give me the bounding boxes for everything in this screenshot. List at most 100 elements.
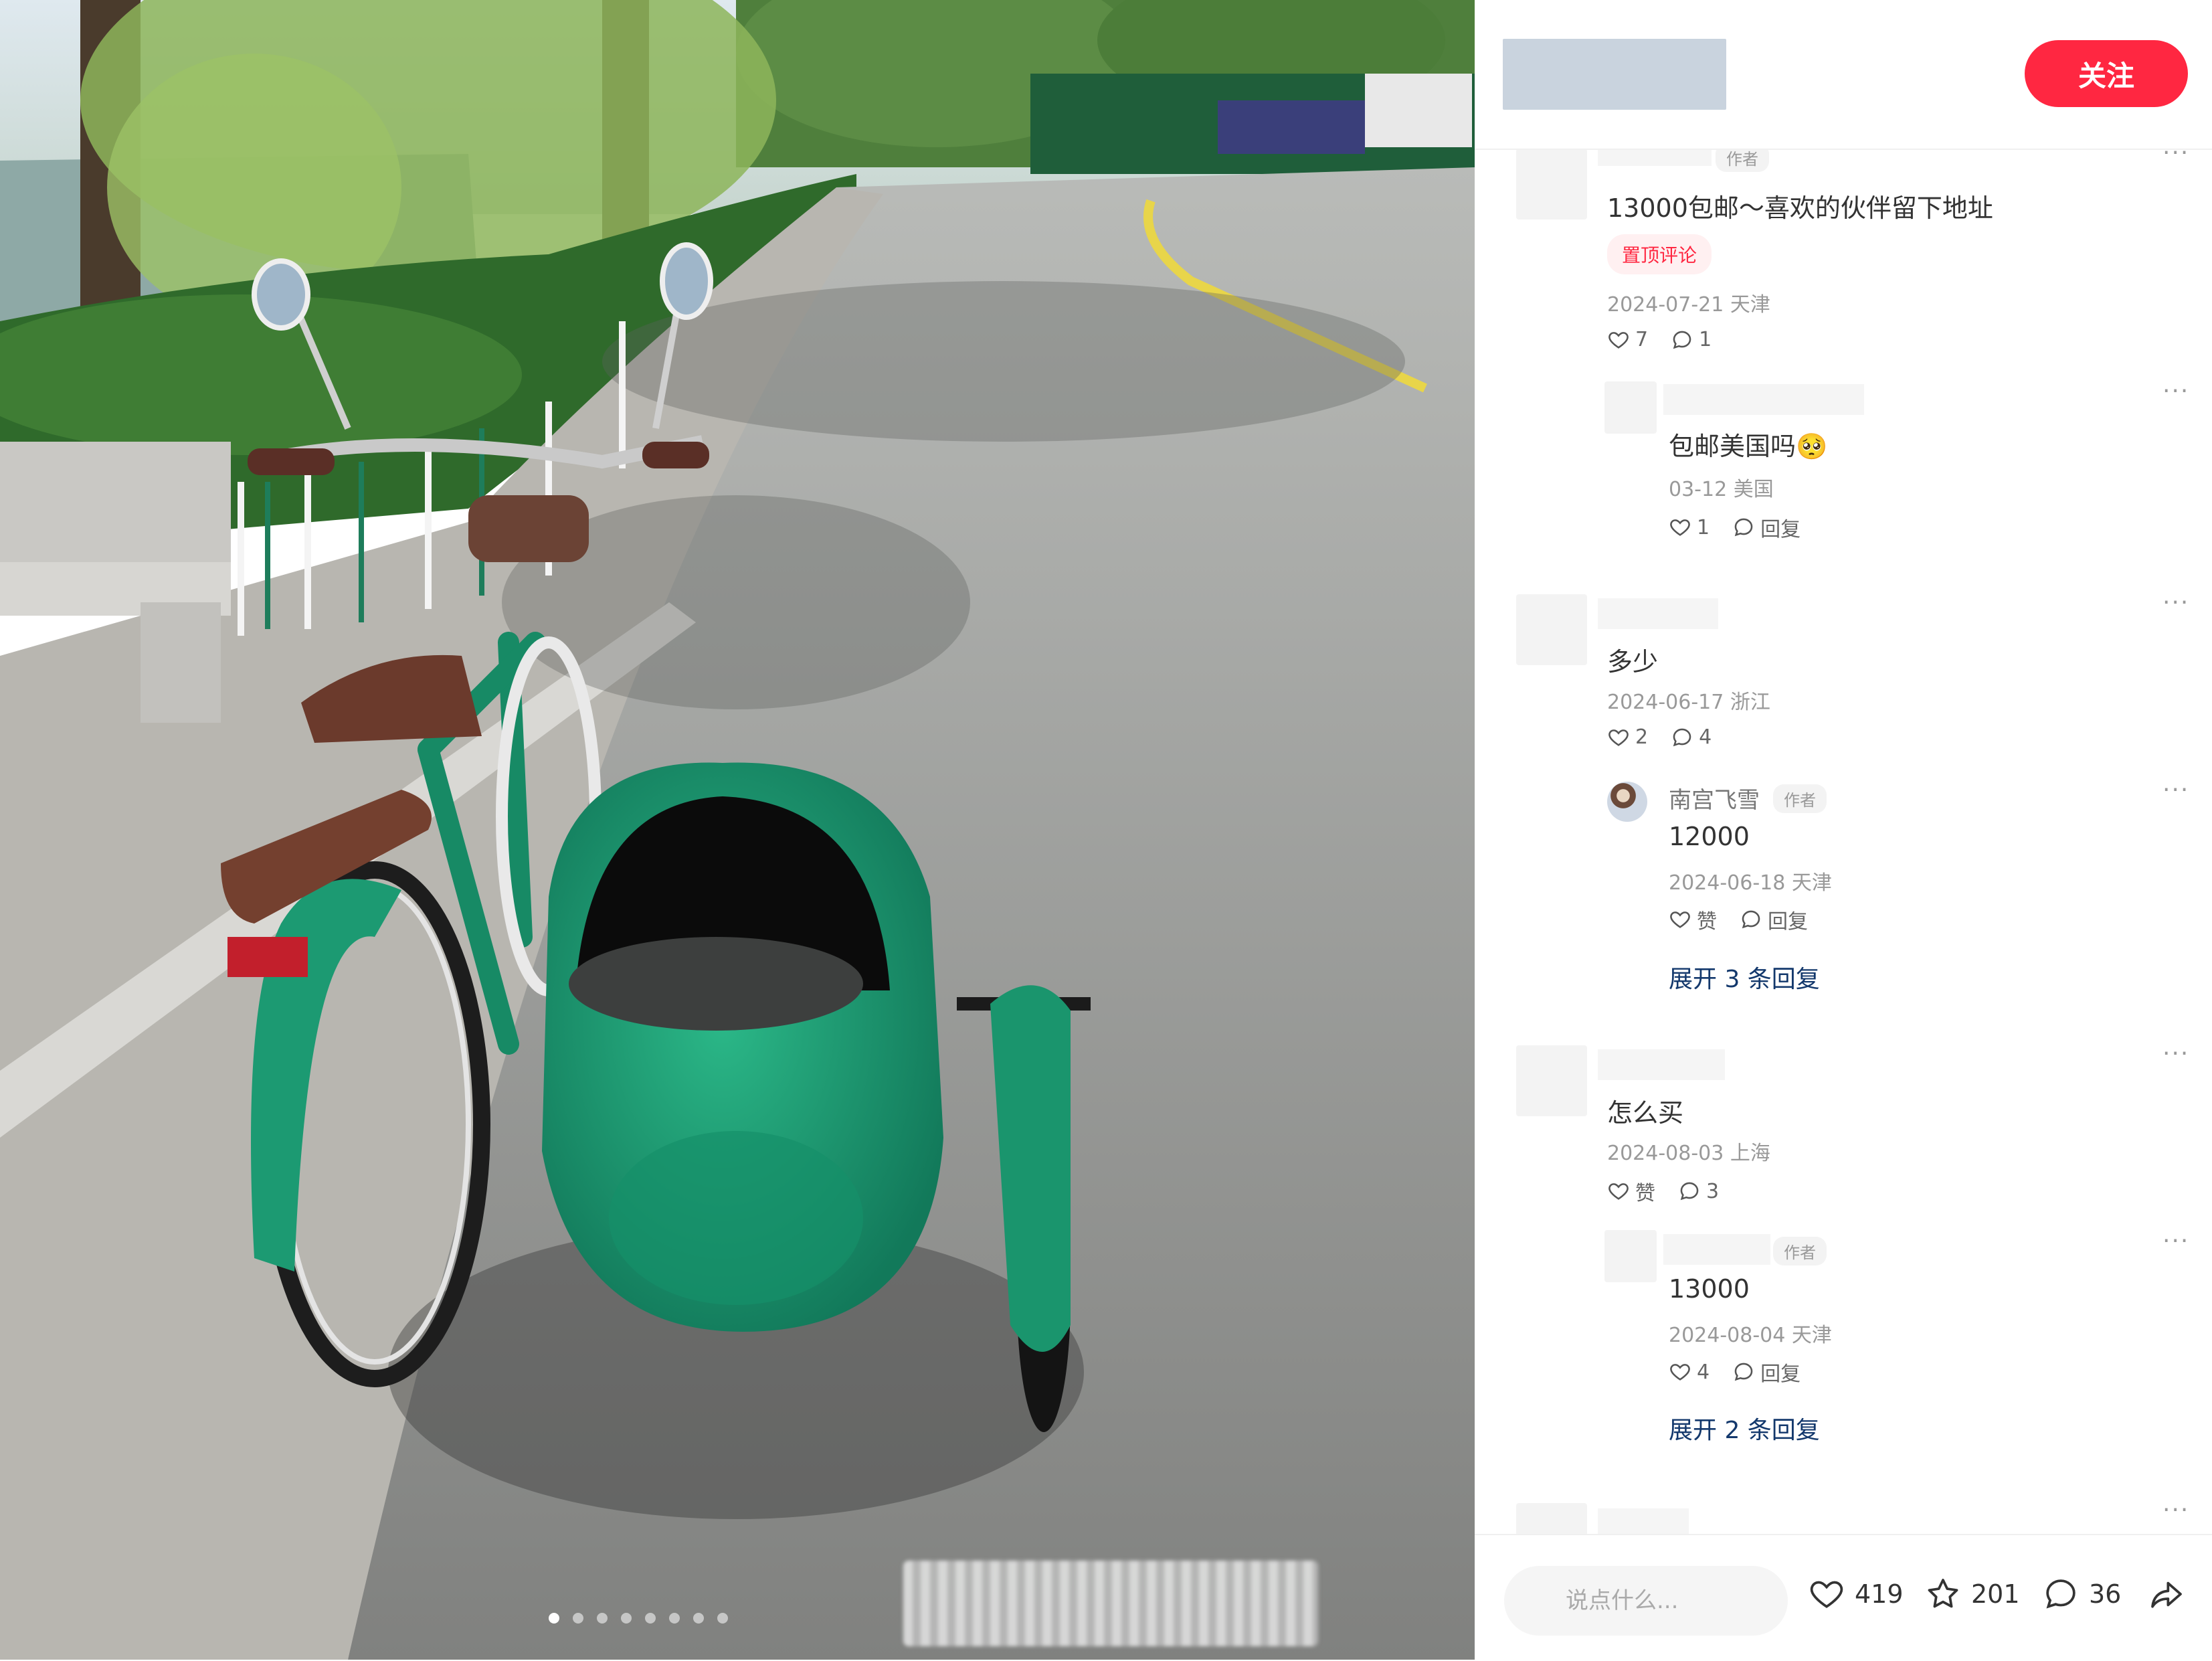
star-icon (1928, 1579, 1958, 1608)
reply-label: 回复 (1768, 910, 1808, 934)
reply-label: 回复 (1760, 518, 1801, 541)
comment-count: 36 (2089, 1579, 2122, 1609)
reply-date-location: 2024-08-04 天津 (1669, 1324, 1832, 1347)
comment-bubble-icon (1742, 910, 1760, 929)
comment-input[interactable] (1504, 1566, 1788, 1636)
comment-bubble-icon (1680, 1182, 1699, 1201)
more-options-icon[interactable]: ··· (2162, 377, 2189, 405)
comment-list[interactable]: 作者 ··· 13000包邮～喜欢的伙伴留下地址 置顶评论 2024-07-21… (1475, 149, 2212, 1534)
expand-replies-link[interactable]: 展开 2 条回复 (1669, 1411, 1820, 1446)
comment-date-location: 2024-08-03 上海 (1607, 1142, 1770, 1165)
author-info-redacted[interactable] (1503, 39, 1726, 110)
reply-action[interactable]: 回复 (1740, 905, 1808, 934)
carousel-dot[interactable] (621, 1613, 632, 1624)
share-button[interactable] (2148, 1575, 2185, 1613)
comment-bubble-icon (1734, 1363, 1753, 1381)
username-redacted[interactable] (1598, 598, 1718, 629)
comment-bubble-icon (1673, 331, 1691, 349)
reply-label: 回复 (1760, 1363, 1801, 1386)
more-options-icon[interactable]: ··· (2162, 149, 2189, 167)
avatar[interactable] (1604, 1230, 1657, 1282)
reply-date-location: 2024-06-18 天津 (1669, 871, 1832, 895)
interaction-bar: 419 201 36 (1475, 1534, 2212, 1661)
reply-action[interactable]: 3 (1678, 1180, 1719, 1203)
like-action[interactable]: 赞 (1669, 905, 1717, 934)
author-badge: 作者 (1716, 149, 1769, 172)
avatar[interactable] (1607, 782, 1647, 822)
reply-text: 13000 (1669, 1274, 1750, 1304)
like-label: 赞 (1697, 910, 1717, 934)
reply-date-location: 03-12 美国 (1669, 478, 1774, 501)
blurred-caption (903, 1561, 1318, 1646)
more-options-icon[interactable]: ··· (2162, 1040, 2189, 1067)
avatar[interactable] (1516, 149, 1587, 220)
author-badge: 作者 (1773, 784, 1827, 813)
like-count: 4 (1697, 1360, 1710, 1384)
heart-icon (1810, 1581, 1843, 1608)
carousel-indicator[interactable] (549, 1613, 728, 1624)
reply-action[interactable]: 回复 (1732, 513, 1801, 542)
username-redacted[interactable] (1663, 1234, 1770, 1265)
comment-bubble-icon (1673, 728, 1691, 746)
like-label: 赞 (1635, 1182, 1655, 1205)
like-count: 1 (1697, 515, 1710, 539)
carousel-dot[interactable] (573, 1613, 583, 1624)
like-count: 2 (1635, 725, 1649, 749)
comment-item: ··· 怎么买 2024-08-03 上海 赞 3 作者 ··· 13000 2… (1475, 1040, 2212, 1514)
expand-replies-link[interactable]: 展开 3 条回复 (1669, 960, 1820, 994)
heart-icon (1670, 519, 1690, 536)
like-action[interactable]: 1 (1669, 516, 1710, 539)
carousel-dot[interactable] (693, 1613, 704, 1624)
avatar[interactable] (1516, 594, 1587, 665)
heart-icon (1670, 911, 1690, 928)
bicycle-sidecar-photo (0, 0, 1475, 1660)
carousel-dot[interactable] (645, 1613, 656, 1624)
more-options-icon[interactable]: ··· (2162, 776, 2189, 804)
reply-action[interactable]: 回复 (1732, 1357, 1801, 1387)
username-redacted[interactable] (1598, 1508, 1689, 1534)
like-action[interactable]: 7 (1607, 328, 1648, 351)
share-icon (2151, 1581, 2182, 1608)
like-action[interactable]: 2 (1607, 725, 1648, 749)
reply-text: 12000 (1669, 822, 1750, 851)
heart-icon (1608, 1183, 1629, 1200)
comment-text: 多少 (1607, 647, 1659, 677)
comment-bubble-icon (2046, 1579, 2076, 1609)
comment-date-location: 2024-07-21 天津 (1607, 293, 1770, 317)
more-options-icon[interactable]: ··· (2162, 1496, 2189, 1524)
more-options-icon[interactable]: ··· (2162, 1227, 2189, 1255)
carousel-dot[interactable] (669, 1613, 680, 1624)
detail-panel: 关注 作者 ··· 13000包邮～喜欢的伙伴留下地址 置顶评论 2024-07… (1475, 0, 2212, 1661)
username-redacted[interactable] (1663, 384, 1864, 415)
reply-text: 包邮美国吗🥺 (1669, 432, 1828, 461)
more-options-icon[interactable]: ··· (2162, 589, 2189, 616)
like-action[interactable]: 4 (1669, 1361, 1710, 1384)
collect-count: 201 (1971, 1579, 2020, 1609)
comment-date-location: 2024-06-17 浙江 (1607, 691, 1770, 714)
comment-text: 怎么买 (1607, 1098, 1684, 1128)
follow-button[interactable]: 关注 (2025, 40, 2188, 107)
heart-icon (1608, 729, 1629, 746)
post-image[interactable] (0, 0, 1475, 1660)
author-badge: 作者 (1773, 1237, 1827, 1265)
reply-action[interactable]: 1 (1671, 328, 1712, 351)
reply-count: 3 (1706, 1179, 1720, 1203)
comment-item: 作者 ··· 13000包邮～喜欢的伙伴留下地址 置顶评论 2024-07-21… (1475, 149, 2212, 541)
comment-button[interactable]: 36 (2042, 1575, 2121, 1613)
avatar[interactable] (1604, 381, 1657, 434)
comment-item: ··· (1475, 1495, 2212, 1534)
like-count: 419 (1855, 1579, 1904, 1609)
carousel-dot[interactable] (717, 1613, 728, 1624)
username-redacted[interactable] (1598, 149, 1712, 166)
username[interactable]: 南宫飞雪 (1669, 782, 1760, 814)
carousel-dot[interactable] (597, 1613, 608, 1624)
like-count: 7 (1635, 328, 1649, 351)
avatar[interactable] (1516, 1503, 1587, 1534)
like-action[interactable]: 赞 (1607, 1176, 1655, 1206)
username-redacted[interactable] (1598, 1049, 1725, 1080)
carousel-dot[interactable] (549, 1613, 559, 1624)
avatar[interactable] (1516, 1045, 1587, 1116)
reply-action[interactable]: 4 (1671, 725, 1712, 749)
like-button[interactable]: 419 (1808, 1575, 1904, 1613)
collect-button[interactable]: 201 (1924, 1575, 2020, 1613)
